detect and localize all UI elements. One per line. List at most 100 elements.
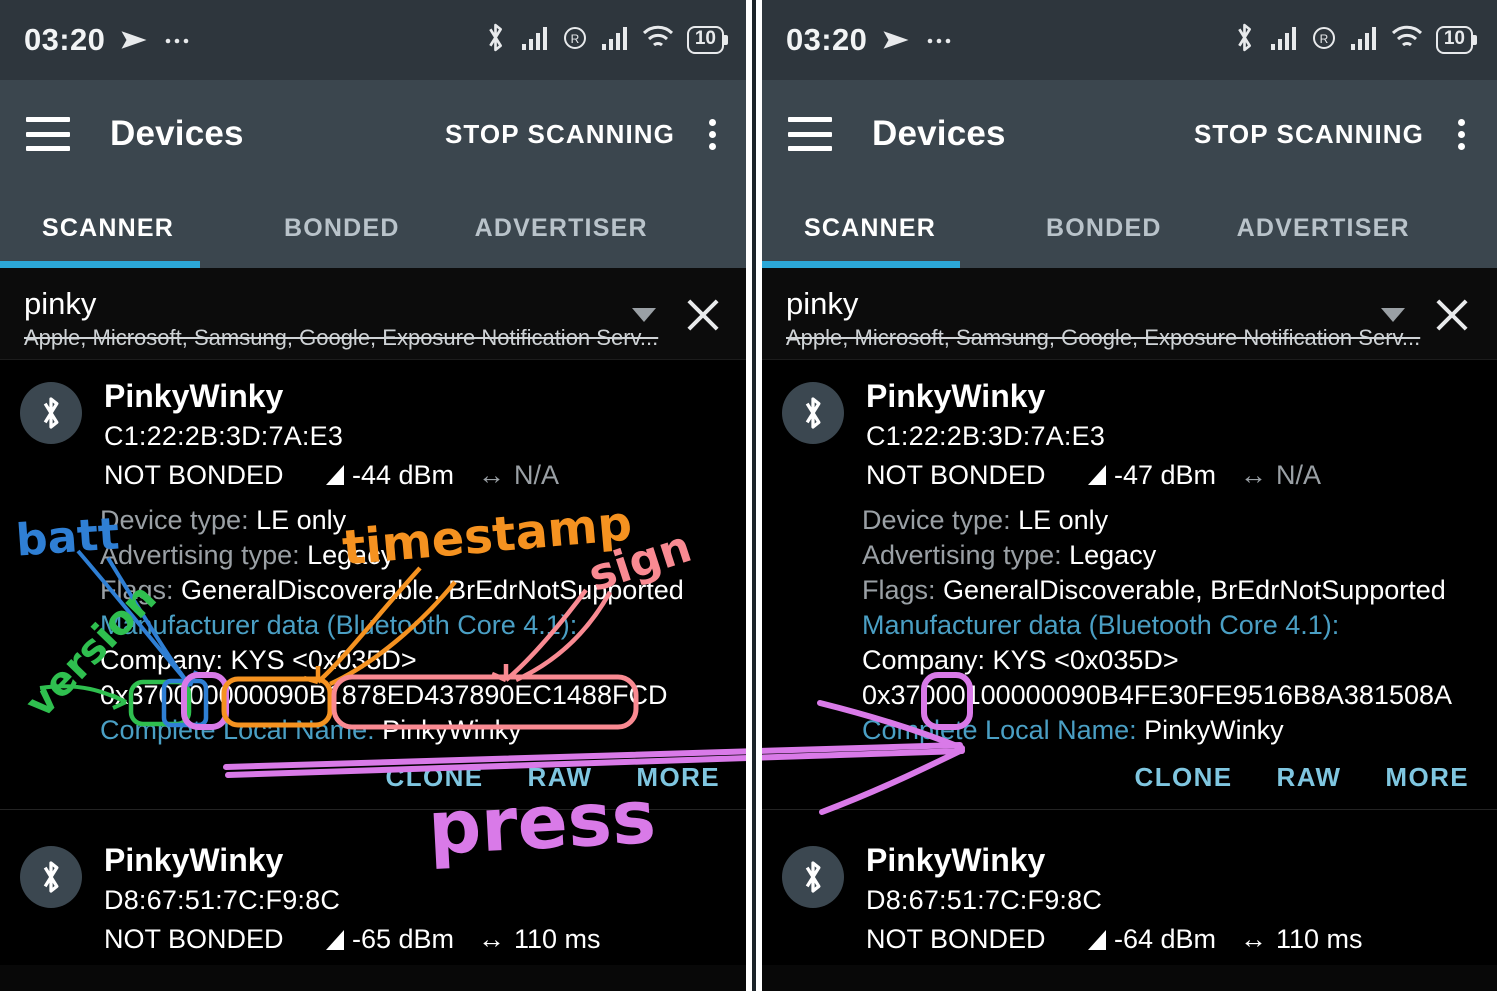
device-name: PinkyWinky xyxy=(866,378,1046,414)
rssi-value: -64 dBm xyxy=(1088,924,1240,955)
detail-local-name: Complete Local Name: PinkyWinky xyxy=(862,715,1284,746)
status-bar: 03:20 R 10 xyxy=(762,0,1497,80)
hamburger-menu-icon[interactable] xyxy=(26,117,70,151)
svg-text:R: R xyxy=(1320,32,1329,46)
roaming-r-icon: R xyxy=(562,25,588,56)
rssi-value: -44 dBm xyxy=(326,460,478,491)
raw-button[interactable]: RAW xyxy=(528,762,593,793)
interval-arrows-icon: ↔ xyxy=(1240,459,1267,490)
device-card-header: PinkyWinky C1:22:2B:3D:7A:E3 NOT BONDED … xyxy=(0,378,748,491)
chevron-down-icon[interactable] xyxy=(632,308,656,322)
chevron-down-icon[interactable] xyxy=(1381,308,1405,322)
bluetooth-icon xyxy=(1232,21,1257,59)
advertising-interval: ↔ 110 ms xyxy=(478,924,601,955)
telegram-send-icon xyxy=(881,25,911,55)
device-name: PinkyWinky xyxy=(104,378,284,414)
status-bar: 03:20 R 10 xyxy=(0,0,748,80)
filter-value: pinky xyxy=(24,286,97,321)
more-button[interactable]: MORE xyxy=(1385,762,1469,793)
device-name: PinkyWinky xyxy=(104,842,284,879)
device-actions: CLONE RAW MORE xyxy=(0,748,748,799)
detail-advertising-type: Advertising type: Legacy xyxy=(100,539,395,570)
app-bar: Devices STOP SCANNING xyxy=(0,80,748,188)
signal-bars-icon xyxy=(1270,25,1298,56)
clone-button[interactable]: CLONE xyxy=(1135,762,1233,793)
tab-scanner[interactable]: SCANNER xyxy=(804,214,936,243)
tab-bar: SCANNER BONDED ADVERTISER xyxy=(0,188,748,268)
tab-scanner[interactable]: SCANNER xyxy=(42,214,174,243)
bond-state: NOT BONDED xyxy=(104,459,284,490)
close-icon[interactable] xyxy=(1429,292,1475,338)
device-address: C1:22:2B:3D:7A:E3 xyxy=(104,420,344,451)
rssi-value: -65 dBm xyxy=(326,924,478,955)
raw-button[interactable]: RAW xyxy=(1277,762,1342,793)
filter-value: pinky xyxy=(786,286,859,321)
page-title: Devices xyxy=(110,114,244,153)
detail-flags: Flags: GeneralDiscoverable, BrEdrNotSupp… xyxy=(100,574,684,605)
wifi-icon xyxy=(1391,25,1423,56)
detail-local-name: Complete Local Name: PinkyWinky xyxy=(100,715,522,746)
divider xyxy=(0,809,748,811)
device-address: D8:67:51:7C:F9:8C xyxy=(866,885,1103,916)
telegram-send-icon xyxy=(119,25,149,55)
bluetooth-icon xyxy=(782,382,844,444)
interval-arrows-icon: ↔ xyxy=(478,924,505,955)
detail-device-type: Device type: LE only xyxy=(100,504,347,535)
device-actions: CLONE RAW MORE xyxy=(762,748,1497,799)
close-icon[interactable] xyxy=(680,292,726,338)
manufacturer-company: Company: KYS <0x035D> xyxy=(862,645,1179,676)
filter-bar[interactable]: pinky Apple, Microsoft, Samsung, Google,… xyxy=(762,268,1497,360)
clone-button[interactable]: CLONE xyxy=(386,762,484,793)
advertising-interval: ↔ N/A xyxy=(1240,459,1322,490)
tab-bar: SCANNER BONDED ADVERTISER xyxy=(762,188,1497,268)
stop-scanning-button[interactable]: STOP SCANNING xyxy=(445,119,675,150)
manufacturer-hex: 0x37000100000090B4FE30FE9516B8A381508A xyxy=(862,680,1453,711)
device-card-header: PinkyWinky D8:67:51:7C:F9:8C NOT BONDED … xyxy=(0,842,748,955)
panel-before: 03:20 R 10 Devices STOP SCANNING SCANNER… xyxy=(0,0,748,991)
overflow-menu-icon[interactable] xyxy=(1452,115,1471,154)
advertising-interval: ↔ N/A xyxy=(478,459,560,490)
page-title: Devices xyxy=(872,114,1006,153)
device-card[interactable]: PinkyWinky D8:67:51:7C:F9:8C NOT BONDED … xyxy=(0,820,748,966)
filter-subtitle: Apple, Microsoft, Samsung, Google, Expos… xyxy=(786,325,1421,350)
battery-indicator: 10 xyxy=(686,26,724,54)
interval-arrows-icon: ↔ xyxy=(1240,924,1267,955)
tab-bonded[interactable]: BONDED xyxy=(1046,214,1162,243)
filter-bar[interactable]: pinky Apple, Microsoft, Samsung, Google,… xyxy=(0,268,748,360)
tab-bonded[interactable]: BONDED xyxy=(284,214,400,243)
panel-divider xyxy=(746,0,762,991)
bluetooth-icon xyxy=(20,846,82,909)
device-card-header: PinkyWinky D8:67:51:7C:F9:8C NOT BONDED … xyxy=(762,842,1497,955)
manufacturer-hex: 0x370000000090B1878ED437890EC1488FCD xyxy=(100,680,668,711)
device-card[interactable]: PinkyWinky C1:22:2B:3D:7A:E3 NOT BONDED … xyxy=(762,360,1497,821)
more-dots-icon xyxy=(163,34,193,46)
bluetooth-icon xyxy=(483,21,508,59)
device-card[interactable]: PinkyWinky C1:22:2B:3D:7A:E3 NOT BONDED … xyxy=(0,360,748,821)
detail-device-type: Device type: LE only xyxy=(862,504,1109,535)
signal-strength-icon xyxy=(1088,929,1106,950)
device-card[interactable]: PinkyWinky D8:67:51:7C:F9:8C NOT BONDED … xyxy=(762,820,1497,966)
more-button[interactable]: MORE xyxy=(636,762,720,793)
signal-bars-icon xyxy=(601,25,629,56)
device-card-header: PinkyWinky C1:22:2B:3D:7A:E3 NOT BONDED … xyxy=(762,378,1497,491)
interval-arrows-icon: ↔ xyxy=(478,459,505,490)
stop-scanning-button[interactable]: STOP SCANNING xyxy=(1194,119,1424,150)
overflow-menu-icon[interactable] xyxy=(703,115,722,154)
bluetooth-icon xyxy=(782,846,844,909)
device-address: D8:67:51:7C:F9:8C xyxy=(104,885,341,916)
tab-advertiser[interactable]: ADVERTISER xyxy=(1237,214,1410,243)
advertising-interval: ↔ 110 ms xyxy=(1240,924,1363,955)
device-address: C1:22:2B:3D:7A:E3 xyxy=(866,420,1106,451)
tab-advertiser[interactable]: ADVERTISER xyxy=(475,214,648,243)
detail-advertising-type: Advertising type: Legacy xyxy=(862,539,1157,570)
tab-indicator xyxy=(762,261,960,268)
manufacturer-data-header: Manufacturer data (Bluetooth Core 4.1): xyxy=(100,610,578,641)
bluetooth-icon xyxy=(20,382,82,444)
svg-text:R: R xyxy=(571,32,580,46)
panel-after: 03:20 R 10 Devices STOP SCANNING SCANNER… xyxy=(762,0,1497,991)
manufacturer-data-header: Manufacturer data (Bluetooth Core 4.1): xyxy=(862,610,1340,641)
hamburger-menu-icon[interactable] xyxy=(788,117,832,151)
signal-strength-icon xyxy=(326,929,344,950)
status-bar-time: 03:20 xyxy=(786,22,868,57)
manufacturer-company: Company: KYS <0x035D> xyxy=(100,645,417,676)
